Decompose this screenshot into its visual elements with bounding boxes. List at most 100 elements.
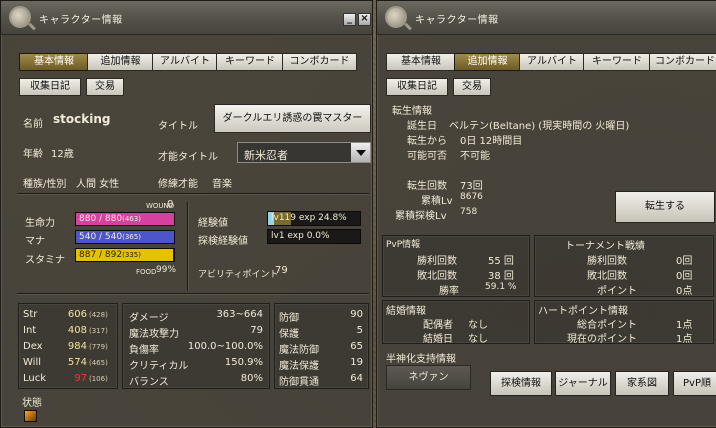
stat-name: Str xyxy=(23,309,38,320)
spouse-value: なし xyxy=(468,320,488,331)
journal-button[interactable]: ジャーナル xyxy=(555,371,611,396)
mana-sub: (365) xyxy=(122,233,141,241)
tab-keyword[interactable]: キーワード xyxy=(583,53,651,71)
tournament-wins-label: 勝利回数 xyxy=(587,256,627,267)
since-rebirth-label: 転生から xyxy=(407,136,447,147)
race-label: 種族/性別 xyxy=(23,179,67,190)
tab-keyword[interactable]: キーワード xyxy=(216,53,284,71)
cumulative-explore-level-value: 758 xyxy=(460,207,478,217)
training-talent-label: 修練才能 xyxy=(158,179,198,190)
stamina-label: スタミナ xyxy=(25,255,65,266)
tab-combo-card[interactable]: コンボカード xyxy=(282,53,357,71)
title-bar[interactable]: キャラクター情報 xyxy=(377,1,716,35)
spouse-label: 配偶者 xyxy=(423,320,453,331)
ability-points-label: アビリティポイント xyxy=(198,270,279,280)
tab-trade[interactable]: 交易 xyxy=(453,78,491,96)
heart-current-value: 1点 xyxy=(676,334,693,345)
stat-value: 606 xyxy=(67,309,87,320)
tab-trade[interactable]: 交易 xyxy=(86,78,124,96)
title-select-button[interactable]: ダークルエリ誘惑の罠マスター xyxy=(214,104,371,133)
defense-stat-name: 魔法保護 xyxy=(279,361,319,372)
hp-label: 生命力 xyxy=(25,218,55,229)
combat-stat-name: 負傷率 xyxy=(129,345,159,356)
title-bar[interactable]: キャラクター情報 _ × xyxy=(1,1,372,35)
combat-box: ダメージ 363~664 魔法攻撃力 79 負傷率 100.0~100.0% クリティカル 1… xyxy=(122,303,270,389)
cumulative-level-label: 累積Lv xyxy=(421,196,453,207)
tab-part-time[interactable]: アルバイト xyxy=(152,53,218,71)
mana-bar-text: 540 / 540(365) xyxy=(79,232,141,242)
stat-name: Dex xyxy=(23,341,43,352)
combat-stat-name: 魔法攻撃力 xyxy=(129,329,179,340)
title-label: タイトル xyxy=(158,121,198,132)
defense-stat-value: 5 xyxy=(356,325,363,336)
tab-additional-info[interactable]: 追加情報 xyxy=(454,53,521,71)
defense-stat-name: 魔法防御 xyxy=(279,345,319,356)
stamina-value: 887 / 892 xyxy=(79,250,123,260)
exploration-exp-label: 探検経験値 xyxy=(198,236,248,247)
defense-stat-name: 防御 xyxy=(279,313,299,324)
magnifier-logo-icon xyxy=(385,6,407,28)
tab-additional-info[interactable]: 追加情報 xyxy=(87,53,154,71)
rebirth-count-label: 転生回数 xyxy=(407,181,447,192)
wedding-date-value: なし xyxy=(468,334,488,345)
pvp-info-box: PvP情報 勝利回数 55 回 敗北回数 38 回 勝率 59.1 % xyxy=(382,235,530,297)
rebirth-button[interactable]: 転生する xyxy=(615,191,715,223)
pvp-ranking-button[interactable]: PvP順 xyxy=(673,371,716,396)
stats-box: Str 606 (428) Int 408 (317) Dex 984 (779) Will 574… xyxy=(18,303,118,389)
minimize-button[interactable]: _ xyxy=(343,13,356,26)
tab-part-time[interactable]: アルバイト xyxy=(519,53,585,71)
heart-current-label: 現在のポイント xyxy=(567,334,637,345)
exploration-info-button[interactable]: 探検情報 xyxy=(490,371,552,396)
tab-basic-info[interactable]: 基本情報 xyxy=(386,53,456,71)
since-rebirth-value: 0日 12時間目 xyxy=(460,136,523,147)
defense-stat-name: 保護 xyxy=(279,329,299,340)
window-title: キャラクター情報 xyxy=(39,15,123,26)
stat-name: Luck xyxy=(23,373,47,384)
food-label: FOOD xyxy=(136,268,157,276)
defense-stat-value: 64 xyxy=(350,373,363,384)
exp-label: 経験値 xyxy=(198,218,228,229)
talent-title-dropdown[interactable]: 新米忍者 xyxy=(237,142,371,163)
combat-stat-value: 80% xyxy=(240,373,263,384)
exploration-exp-bar: lv1 exp 0.0% xyxy=(267,229,361,244)
close-button[interactable]: × xyxy=(358,13,371,26)
marriage-info-box: 結婚情報 配偶者 なし 結婚日 なし xyxy=(382,300,530,345)
marriage-info-header: 結婚情報 xyxy=(386,306,426,317)
ability-points-value: 79 xyxy=(275,265,288,276)
dropdown-arrow-button[interactable] xyxy=(350,143,370,162)
status-effect-icon[interactable] xyxy=(24,410,37,422)
mana-value: 540 / 540 xyxy=(79,232,123,242)
tab-combo-card[interactable]: コンボカード xyxy=(649,53,716,71)
mana-bar: 540 / 540(365) xyxy=(75,230,175,244)
stat-sub-value: (106) xyxy=(89,375,108,383)
pvp-rate-label: 勝率 xyxy=(439,286,459,297)
tournament-box: トーナメント戦績 勝利回数 0回 敗北回数 0回 ポイント 0点 xyxy=(534,235,714,297)
tab-basic-info[interactable]: 基本情報 xyxy=(19,53,89,71)
rebirth-possible-label: 可能可否 xyxy=(407,151,447,162)
defense-stat-value: 90 xyxy=(350,309,363,320)
tab-collection-diary[interactable]: 収集日記 xyxy=(19,78,81,96)
divider xyxy=(17,193,369,194)
cumulative-level-value: 8676 xyxy=(460,192,483,202)
defense-stat-name: 防御貫通 xyxy=(279,377,319,388)
birthday-value: ベルテン(Beltane) (現実時間の 火曜日) xyxy=(449,121,630,132)
name-value: stocking xyxy=(53,112,111,126)
magnifier-logo-icon xyxy=(9,6,31,28)
stat-value: 574 xyxy=(67,357,87,368)
tab-collection-diary[interactable]: 収集日記 xyxy=(386,78,448,96)
divider-vertical xyxy=(187,201,188,291)
tournament-header: トーナメント戦績 xyxy=(565,241,645,252)
combat-stat-value: 150.9% xyxy=(224,357,263,368)
family-tree-button[interactable]: 家系図 xyxy=(615,371,669,396)
hp-sub: (463) xyxy=(122,215,141,223)
heart-points-header: ハートポイント情報 xyxy=(538,306,628,317)
birthday-label: 誕生日 xyxy=(407,121,437,132)
training-talent-value: 音楽 xyxy=(212,179,232,190)
heart-points-box: ハートポイント情報 総合ポイント 1点 現在のポイント 1点 xyxy=(534,300,714,345)
pvp-rate-value: 59.1 % xyxy=(485,282,517,292)
rebirth-info-header: 転生情報 xyxy=(392,106,432,117)
exp-bar: lv119 exp 24.8% xyxy=(267,211,361,226)
stat-sub-value: (779) xyxy=(89,343,108,351)
stamina-bar-text: 887 / 892(335) xyxy=(79,250,141,260)
cumulative-explore-level-label: 累積探検Lv xyxy=(395,211,447,222)
